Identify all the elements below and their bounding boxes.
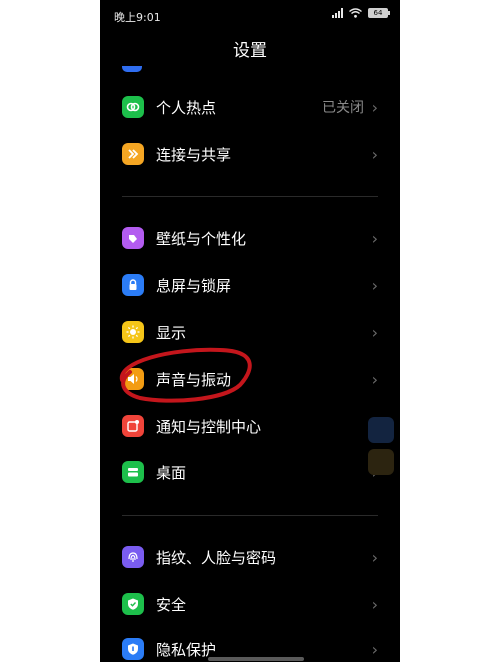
annotation-circle: [119, 347, 252, 403]
phone-screen: 晚上9:01 64 设置 个人热点 已关闭 › 连接与共享 › 壁纸与个性化 ›…: [100, 0, 400, 662]
